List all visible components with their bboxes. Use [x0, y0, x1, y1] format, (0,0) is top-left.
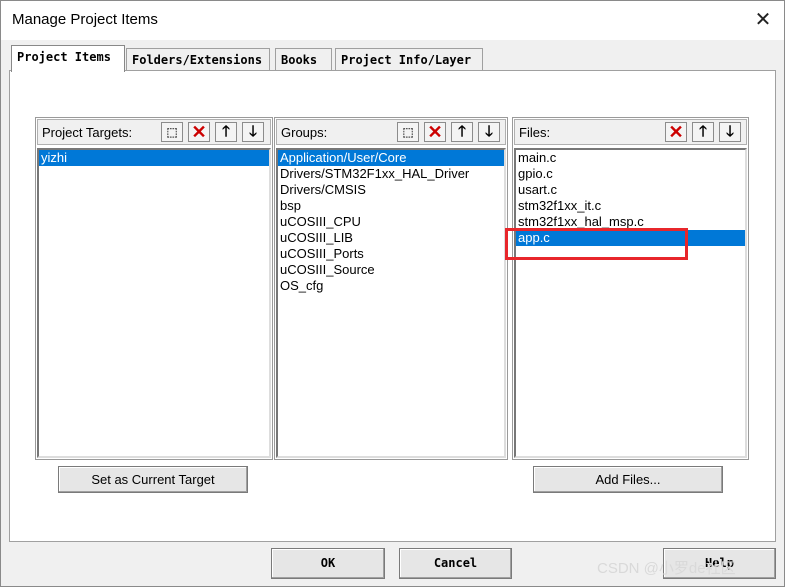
delete-icon: ✕ — [668, 122, 684, 142]
move-file-down-button[interactable]: 🡓 — [719, 122, 741, 142]
watermark: CSDN @小罗de社区 — [597, 560, 736, 577]
tab-folders-extensions[interactable]: Folders/Extensions — [126, 48, 270, 71]
move-target-down-button[interactable]: 🡓 — [242, 122, 264, 142]
add-files-button[interactable]: Add Files... — [533, 466, 723, 493]
new-target-button[interactable]: ⬚ — [161, 122, 183, 142]
list-item[interactable]: OS_cfg — [278, 278, 504, 294]
list-item[interactable]: Drivers/STM32F1xx_HAL_Driver — [278, 166, 504, 182]
new-group-button[interactable]: ⬚ — [397, 122, 419, 142]
groups-list[interactable]: Application/User/Core Drivers/STM32F1xx_… — [276, 148, 506, 458]
files-list[interactable]: main.c gpio.c usart.c stm32f1xx_it.c stm… — [514, 148, 747, 458]
list-item[interactable]: Drivers/CMSIS — [278, 182, 504, 198]
window-title: Manage Project Items — [12, 11, 158, 28]
move-group-down-button[interactable]: 🡓 — [478, 122, 500, 142]
close-icon[interactable]: ✕ — [751, 8, 775, 32]
list-item[interactable]: yizhi — [39, 150, 269, 166]
tab-project-items[interactable]: Project Items — [11, 45, 125, 72]
new-item-icon: ⬚ — [166, 125, 178, 139]
delete-icon: ✕ — [191, 122, 207, 142]
move-down-icon: 🡓 — [485, 123, 493, 140]
delete-group-button[interactable]: ✕ — [424, 122, 446, 142]
list-item[interactable]: app.c — [516, 230, 745, 246]
project-targets-header: Project Targets: ⬚ ✕ 🡑 🡓 — [37, 119, 271, 145]
files-header: Files: ✕ 🡑 🡓 — [514, 119, 747, 145]
move-up-icon: 🡑 — [458, 123, 466, 140]
list-item[interactable]: stm32f1xx_it.c — [516, 198, 745, 214]
move-up-icon: 🡑 — [699, 123, 707, 140]
list-item[interactable]: main.c — [516, 150, 745, 166]
list-item[interactable]: bsp — [278, 198, 504, 214]
cancel-button[interactable]: Cancel — [399, 548, 512, 579]
ok-button[interactable]: OK — [271, 548, 385, 579]
list-item[interactable]: gpio.c — [516, 166, 745, 182]
list-item[interactable]: usart.c — [516, 182, 745, 198]
tab-books[interactable]: Books — [275, 48, 332, 71]
move-up-icon: 🡑 — [222, 123, 230, 140]
move-file-up-button[interactable]: 🡑 — [692, 122, 714, 142]
delete-file-button[interactable]: ✕ — [665, 122, 687, 142]
new-item-icon: ⬚ — [402, 125, 414, 139]
list-item[interactable]: uCOSIII_LIB — [278, 230, 504, 246]
groups-header: Groups: ⬚ ✕ 🡑 🡓 — [276, 119, 506, 145]
move-target-up-button[interactable]: 🡑 — [215, 122, 237, 142]
delete-target-button[interactable]: ✕ — [188, 122, 210, 142]
files-label: Files: — [519, 125, 551, 140]
list-item[interactable]: uCOSIII_CPU — [278, 214, 504, 230]
list-item[interactable]: uCOSIII_Ports — [278, 246, 504, 262]
move-down-icon: 🡓 — [249, 123, 257, 140]
project-targets-list[interactable]: yizhi — [37, 148, 271, 458]
delete-icon: ✕ — [427, 122, 443, 142]
set-current-target-button[interactable]: Set as Current Target — [58, 466, 248, 493]
move-group-up-button[interactable]: 🡑 — [451, 122, 473, 142]
list-item[interactable]: Application/User/Core — [278, 150, 504, 166]
groups-label: Groups: — [281, 125, 328, 140]
project-targets-label: Project Targets: — [42, 125, 133, 140]
list-item[interactable]: uCOSIII_Source — [278, 262, 504, 278]
list-item[interactable]: stm32f1xx_hal_msp.c — [516, 214, 745, 230]
tab-project-info-layer[interactable]: Project Info/Layer — [335, 48, 483, 71]
move-down-icon: 🡓 — [726, 123, 734, 140]
